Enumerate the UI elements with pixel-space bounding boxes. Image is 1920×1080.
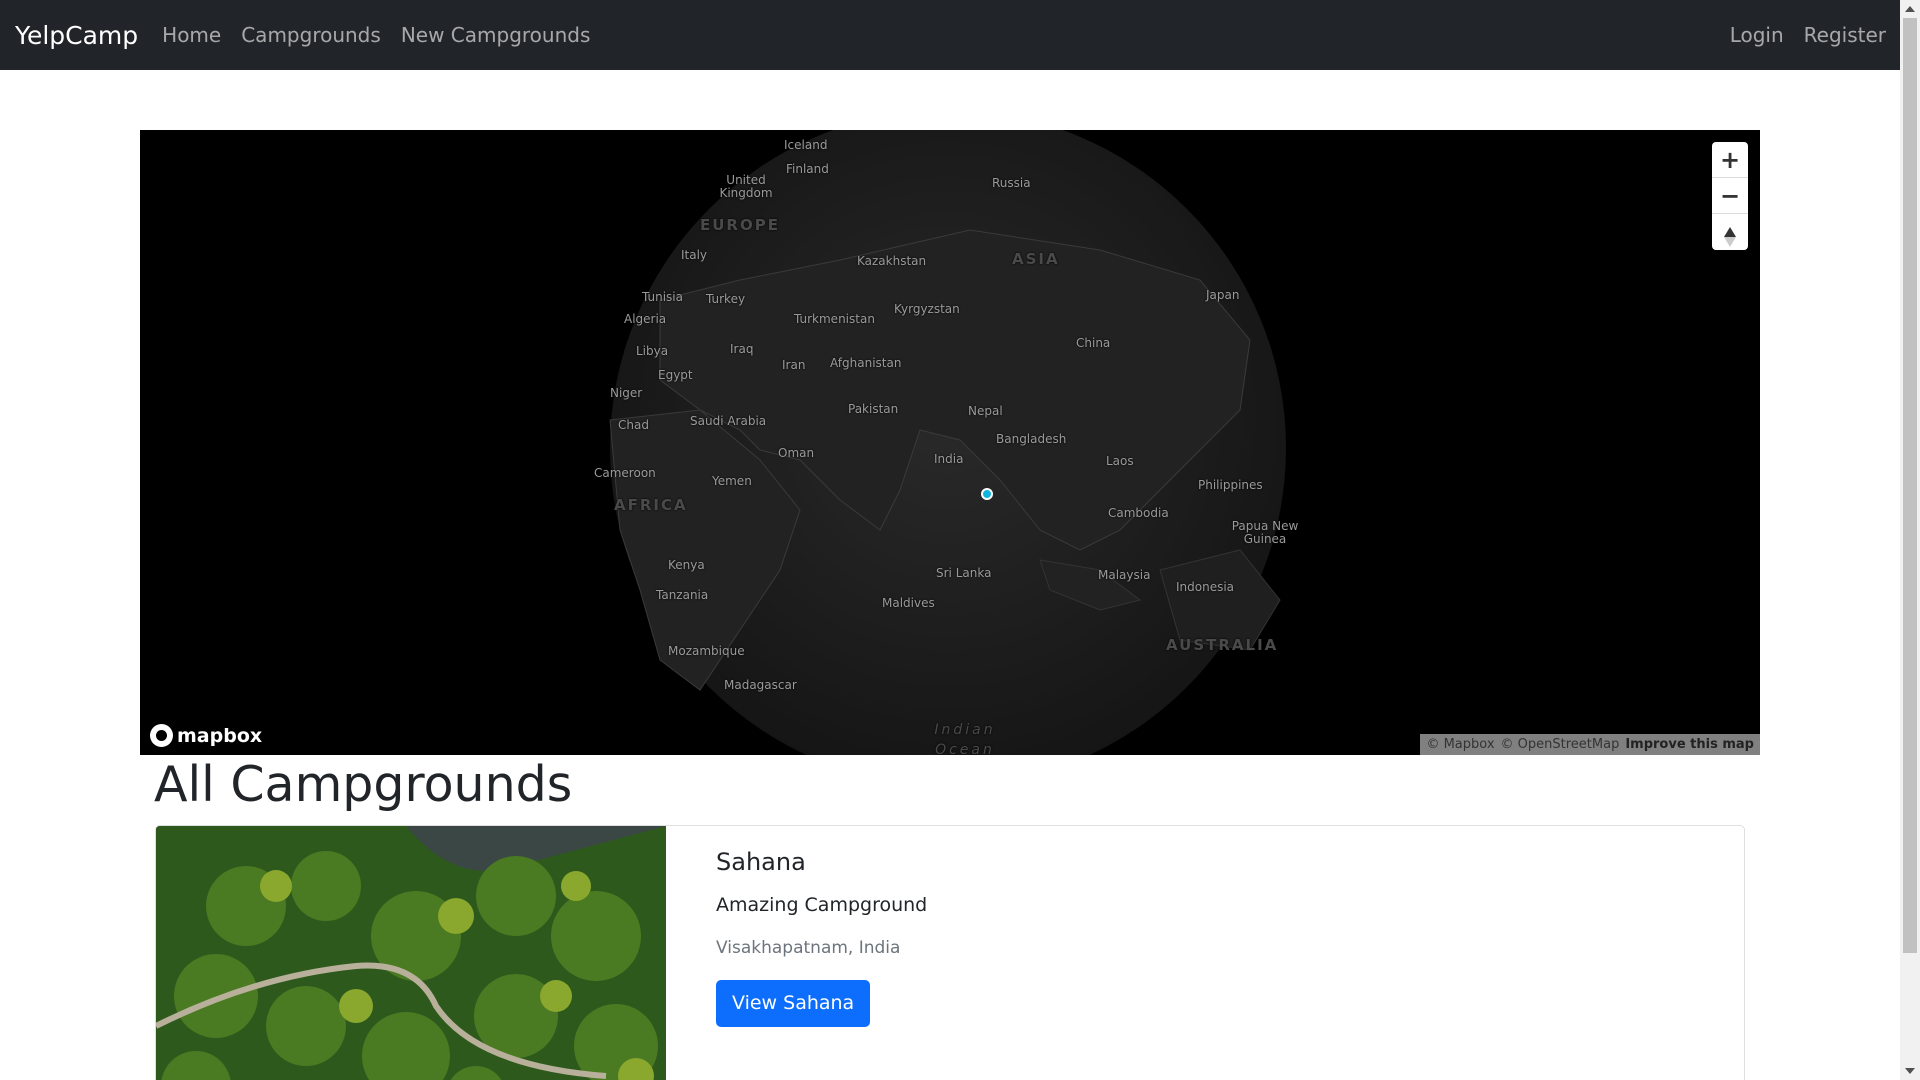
map-label-algeria: Algeria bbox=[624, 312, 667, 326]
map-label-nepal: Nepal bbox=[968, 404, 1003, 418]
zoom-in-button[interactable]: + bbox=[1712, 142, 1748, 178]
map-label-turkmenistan: Turkmenistan bbox=[794, 312, 875, 326]
mapbox-logo-icon bbox=[150, 724, 173, 747]
map-label-mozambique: Mozambique bbox=[668, 644, 745, 658]
forest-aerial-image bbox=[156, 826, 666, 1080]
map-label-iran: Iran bbox=[782, 358, 806, 372]
attribution-osm-link[interactable]: © OpenStreetMap bbox=[1501, 737, 1620, 752]
map-label-australia: AUSTRALIA bbox=[1166, 636, 1279, 654]
map-label-iraq: Iraq bbox=[730, 342, 754, 356]
map-label-chad: Chad bbox=[618, 418, 649, 432]
map-label-cameroon: Cameroon bbox=[594, 466, 656, 480]
nav-right: Login Register bbox=[1710, 23, 1886, 47]
map-label-yemen: Yemen bbox=[712, 474, 752, 488]
map-label-papua-new-guinea: Papua New Guinea bbox=[1231, 519, 1299, 546]
map-label-kenya: Kenya bbox=[668, 558, 705, 572]
map-label-oman: Oman bbox=[778, 446, 815, 460]
nav-link-home[interactable]: Home bbox=[162, 23, 221, 47]
map-label-malaysia: Malaysia bbox=[1098, 568, 1151, 582]
mapbox-logo-text: mapbox bbox=[177, 724, 263, 747]
improve-map-link[interactable]: Improve this map bbox=[1625, 737, 1754, 752]
map-label-japan: Japan bbox=[1206, 288, 1240, 302]
campground-marker[interactable] bbox=[981, 488, 993, 500]
map-label-afghanistan: Afghanistan bbox=[830, 356, 902, 370]
view-campground-button[interactable]: View Sahana bbox=[716, 980, 871, 1027]
cluster-map[interactable]: Iceland Finland United Kingdom Russia EU… bbox=[140, 130, 1760, 755]
scroll-down-arrow-icon[interactable] bbox=[1905, 1068, 1915, 1074]
map-label-maldives: Maldives bbox=[882, 596, 935, 610]
brand-link[interactable]: YelpCamp bbox=[15, 21, 138, 50]
map-label-tanzania: Tanzania bbox=[656, 588, 709, 602]
map-label-kyrgyzstan: Kyrgyzstan bbox=[894, 302, 960, 316]
nav-link-login[interactable]: Login bbox=[1730, 23, 1784, 47]
map-label-finland: Finland bbox=[786, 162, 829, 176]
scroll-thumb[interactable] bbox=[1903, 18, 1917, 953]
map-label-indian-ocean: Indian Ocean bbox=[934, 722, 996, 755]
map-label-sri-lanka: Sri Lanka bbox=[936, 566, 992, 580]
campground-image bbox=[156, 826, 666, 1080]
campground-location: Visakhapatnam, India bbox=[716, 938, 901, 958]
nav-link-register[interactable]: Register bbox=[1804, 23, 1886, 47]
globe-image bbox=[609, 130, 1286, 755]
nav-link-campgrounds[interactable]: Campgrounds bbox=[241, 23, 381, 47]
map-label-cambodia: Cambodia bbox=[1108, 506, 1169, 520]
campground-card-body: Sahana Amazing Campground Visakhapatnam,… bbox=[666, 826, 977, 1080]
map-label-india: India bbox=[934, 452, 964, 466]
map-label-italy: Italy bbox=[681, 248, 708, 262]
map-label-laos: Laos bbox=[1106, 454, 1134, 468]
reset-bearing-button[interactable] bbox=[1712, 214, 1748, 250]
page-title: All Campgrounds bbox=[154, 756, 573, 813]
zoom-out-button[interactable]: − bbox=[1712, 178, 1748, 214]
map-label-africa: AFRICA bbox=[614, 496, 688, 514]
campground-title: Sahana bbox=[716, 848, 806, 876]
map-label-iceland: Iceland bbox=[784, 138, 828, 152]
map-label-united-kingdom: United Kingdom bbox=[719, 173, 773, 200]
map-label-pakistan: Pakistan bbox=[848, 402, 899, 416]
map-label-saudi-arabia: Saudi Arabia bbox=[690, 414, 767, 428]
mapbox-logo[interactable]: mapbox bbox=[150, 724, 262, 747]
map-label-niger: Niger bbox=[610, 386, 643, 400]
map-label-indonesia: Indonesia bbox=[1176, 580, 1235, 594]
compass-icon bbox=[1724, 227, 1736, 247]
map-label-philippines: Philippines bbox=[1198, 478, 1263, 492]
map-label-libya: Libya bbox=[636, 344, 669, 358]
map-label-turkey: Turkey bbox=[706, 292, 746, 306]
map-controls: + − bbox=[1712, 142, 1748, 250]
map-label-europe: EUROPE bbox=[700, 216, 780, 234]
attribution-mapbox-link[interactable]: © Mapbox bbox=[1426, 737, 1494, 752]
map-label-madagascar: Madagascar bbox=[724, 678, 797, 692]
nav-left: YelpCamp Home Campgrounds New Campground… bbox=[0, 21, 600, 50]
scroll-up-arrow-icon[interactable] bbox=[1905, 6, 1915, 12]
map-label-tunisia: Tunisia bbox=[642, 290, 683, 304]
navbar: YelpCamp Home Campgrounds New Campground… bbox=[0, 0, 1900, 70]
map-label-asia: ASIA bbox=[1012, 250, 1060, 268]
page-scrollbar[interactable] bbox=[1900, 0, 1920, 1080]
nav-link-new-campgrounds[interactable]: New Campgrounds bbox=[401, 23, 591, 47]
map-label-egypt: Egypt bbox=[658, 368, 693, 382]
campground-description: Amazing Campground bbox=[716, 894, 928, 916]
map-label-russia: Russia bbox=[992, 176, 1031, 190]
map-label-kazakhstan: Kazakhstan bbox=[857, 254, 927, 268]
campground-card: Sahana Amazing Campground Visakhapatnam,… bbox=[155, 825, 1745, 1080]
map-attribution: © Mapbox © OpenStreetMap Improve this ma… bbox=[1420, 734, 1760, 755]
map-label-bangladesh: Bangladesh bbox=[996, 432, 1067, 446]
map-label-china: China bbox=[1076, 336, 1111, 350]
